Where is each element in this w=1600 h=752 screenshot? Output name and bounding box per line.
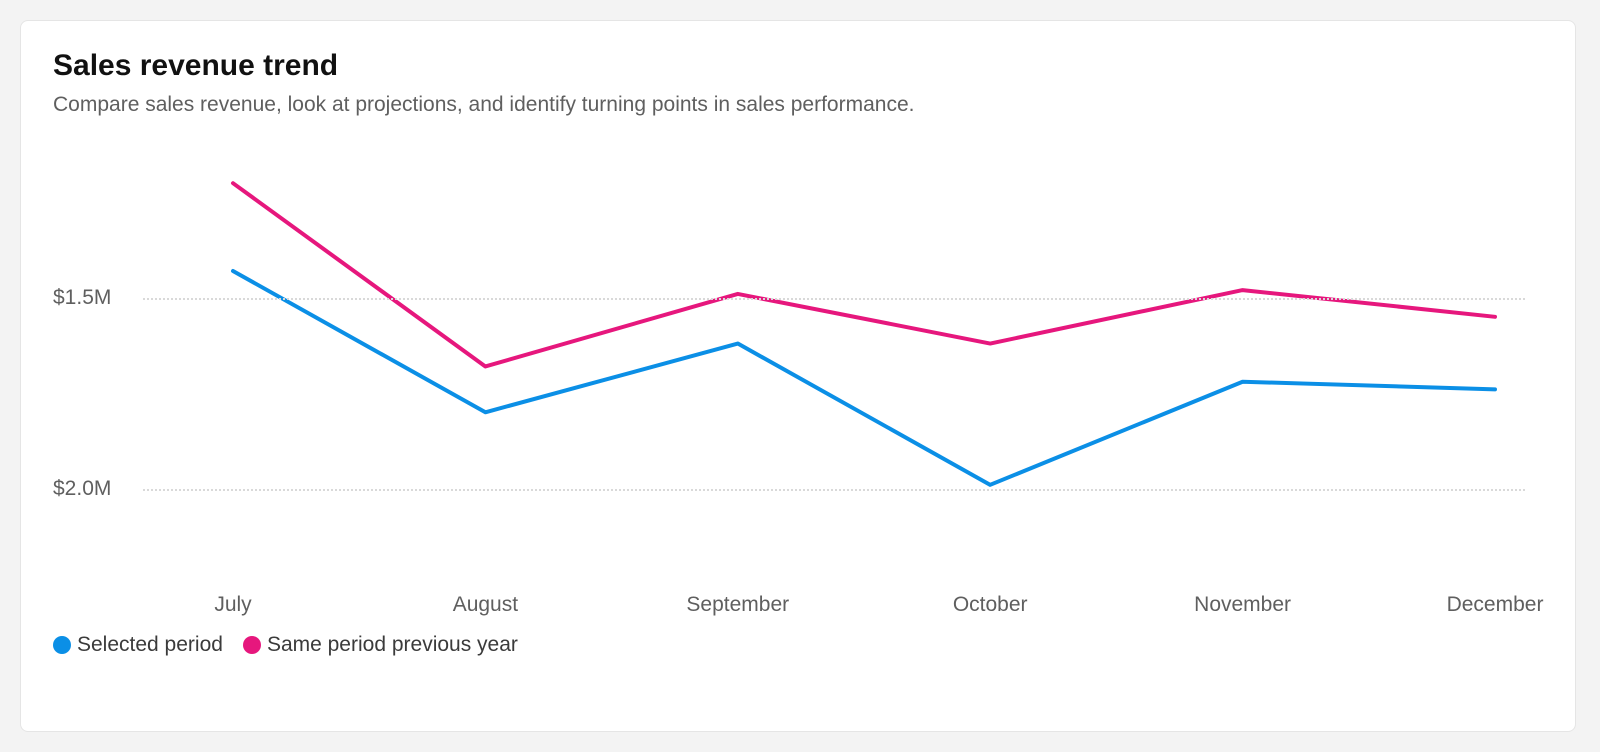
legend-dot-icon (243, 636, 261, 654)
legend-item-previous-year: Same period previous year (243, 633, 518, 657)
card-title: Sales revenue trend (53, 49, 1543, 83)
line-previous-year (233, 183, 1495, 366)
x-axis-tick-label: December (1447, 593, 1544, 617)
y-axis-tick-label: $2.0M (53, 477, 111, 501)
y-axis-tick-label: $1.5M (53, 286, 111, 310)
chart-area: $2.0M $1.5M July August September October Nove… (53, 135, 1543, 625)
legend-label: Selected period (77, 633, 223, 657)
x-axis-tick-label: October (953, 593, 1028, 617)
sales-revenue-card: Sales revenue trend Compare sales revenu… (20, 20, 1576, 732)
chart-legend: Selected period Same period previous yea… (53, 633, 1543, 657)
x-axis-tick-label: July (214, 593, 251, 617)
gridline (143, 298, 1525, 300)
x-axis-tick-label: November (1194, 593, 1291, 617)
gridline (143, 489, 1525, 491)
chart-lines-svg (53, 135, 1545, 625)
x-axis-tick-label: September (686, 593, 789, 617)
line-selected-period (233, 271, 1495, 485)
legend-dot-icon (53, 636, 71, 654)
legend-label: Same period previous year (267, 633, 518, 657)
legend-item-selected-period: Selected period (53, 633, 223, 657)
x-axis-tick-label: August (453, 593, 518, 617)
card-subtitle: Compare sales revenue, look at projectio… (53, 93, 1543, 117)
